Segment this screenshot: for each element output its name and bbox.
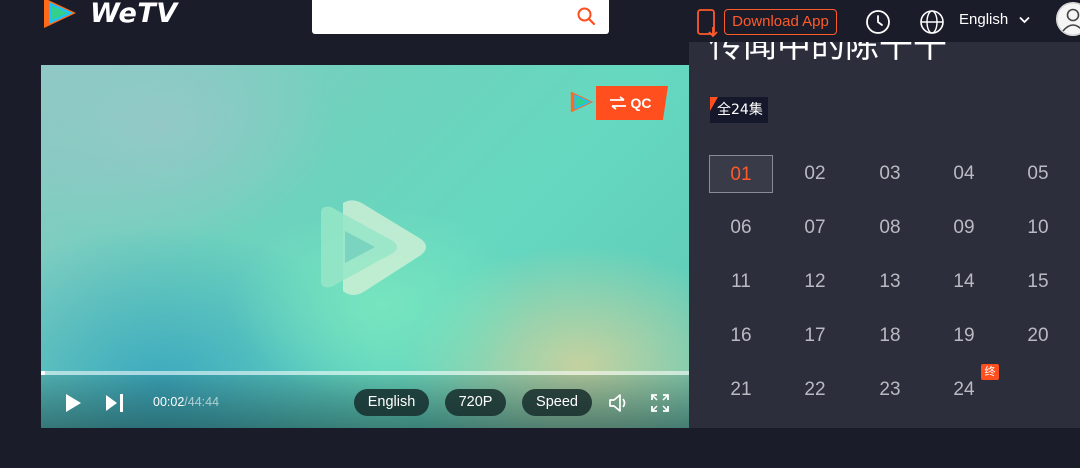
episode-number: 15 [1027,271,1049,292]
episode-item[interactable]: 22 [783,371,847,409]
episode-item[interactable]: 18 [858,317,922,355]
wetv-play-logo-icon [44,0,76,28]
episode-number: 13 [879,271,901,292]
episode-number: 09 [953,217,975,238]
episode-item[interactable]: 21 [709,371,773,409]
episode-item[interactable]: 04 [932,155,996,193]
episode-item[interactable]: 14 [932,263,996,301]
wetv-mini-logo-icon [570,91,594,113]
episode-count-text: 全24集 [717,102,763,118]
episode-item[interactable]: 16 [709,317,773,355]
episode-number: 12 [804,271,826,292]
subtitle-language-button[interactable]: English [354,389,429,416]
language-selector[interactable]: English [959,11,1008,28]
next-episode-icon[interactable] [105,392,125,414]
episode-count-flag [710,97,718,111]
episode-item[interactable]: 09 [932,209,996,247]
episode-number: 06 [730,217,752,238]
quality-button[interactable]: 720P [445,389,506,416]
player-controls: 00:02/44:44 English 720P Speed [41,375,689,428]
episode-item[interactable]: 10 [1006,209,1070,247]
episode-number: 21 [730,379,752,400]
globe-icon[interactable] [919,9,945,35]
episode-number: 24 [953,379,975,400]
current-time: 00:02 [153,395,185,409]
time-display: 00:02/44:44 [153,395,219,409]
top-header: WeTV Download App English [0,0,1080,40]
episode-number: 17 [804,325,826,346]
episode-number: 11 [731,271,751,292]
episode-item[interactable]: 17 [783,317,847,355]
episode-item[interactable]: 08 [858,209,922,247]
episode-item[interactable]: 06 [709,209,773,247]
episode-item[interactable]: 07 [783,209,847,247]
series-title: 传闻中的陈千千 [709,42,947,66]
episode-item[interactable]: 19 [932,317,996,355]
fullscreen-icon[interactable] [650,393,670,413]
speed-button[interactable]: Speed [522,389,592,416]
episode-item[interactable]: 13 [858,263,922,301]
episode-count-badge: 全24集 [710,97,768,123]
episode-number: 03 [879,163,901,184]
search-icon[interactable] [576,6,596,26]
episode-item[interactable]: 12 [783,263,847,301]
swap-arrows-icon [609,96,626,110]
title-clip: 传闻中的陈千千 [689,42,1080,84]
episode-number: 08 [879,217,901,238]
episode-number: 16 [730,325,752,346]
episode-number: 23 [879,379,901,400]
clock-icon[interactable] [865,9,891,35]
episode-item[interactable]: 05 [1006,155,1070,193]
episode-grid: 01 02 03 04 05 06 07 08 09 10 11 12 13 14 15 16 17 18 19 20… [709,155,1080,425]
episode-item[interactable]: 23 [858,371,922,409]
logo-text: WeTV [90,0,178,29]
episode-panel: 传闻中的陈千千 全24集 01 02 03 04 05 06 07 08 09 10 11 12 13 1… [689,42,1080,428]
chevron-down-icon[interactable] [1019,16,1030,24]
episode-number: 10 [1027,217,1049,238]
episode-item[interactable]: 15 [1006,263,1070,301]
episode-item[interactable]: 24 终 [932,364,999,409]
avatar-icon [1056,2,1080,36]
play-icon[interactable] [63,392,83,414]
episode-number: 20 [1027,325,1049,346]
episode-number: 02 [804,163,826,184]
episode-item[interactable]: 01 [709,155,773,193]
download-app-button[interactable]: Download App [696,9,839,38]
episode-number: 14 [953,271,975,292]
episode-item[interactable]: 20 [1006,317,1070,355]
qc-button[interactable]: QC [596,86,668,120]
episode-number: 05 [1027,163,1049,184]
episode-number: 07 [804,217,826,238]
total-time: 44:44 [187,395,220,409]
episode-number: 01 [730,164,752,185]
video-player[interactable]: QC 00:02/44:44 English 720P Speed [41,65,689,428]
episode-number: 22 [804,379,826,400]
download-app-label: Download App [724,9,837,35]
episode-item[interactable]: 11 [709,263,773,301]
search-input[interactable] [312,0,609,34]
volume-icon[interactable] [608,392,630,414]
episode-number: 04 [953,163,975,184]
episode-item[interactable]: 03 [858,155,922,193]
episode-item[interactable]: 02 [783,155,847,193]
episode-number: 19 [953,325,975,346]
wetv-logo[interactable]: WeTV [40,0,178,32]
avatar[interactable] [1056,2,1080,36]
final-episode-badge: 终 [981,364,999,380]
episode-number: 18 [879,325,901,346]
wetv-watermark-icon [321,200,426,295]
phone-download-icon [697,9,718,38]
qc-label: QC [630,95,652,111]
